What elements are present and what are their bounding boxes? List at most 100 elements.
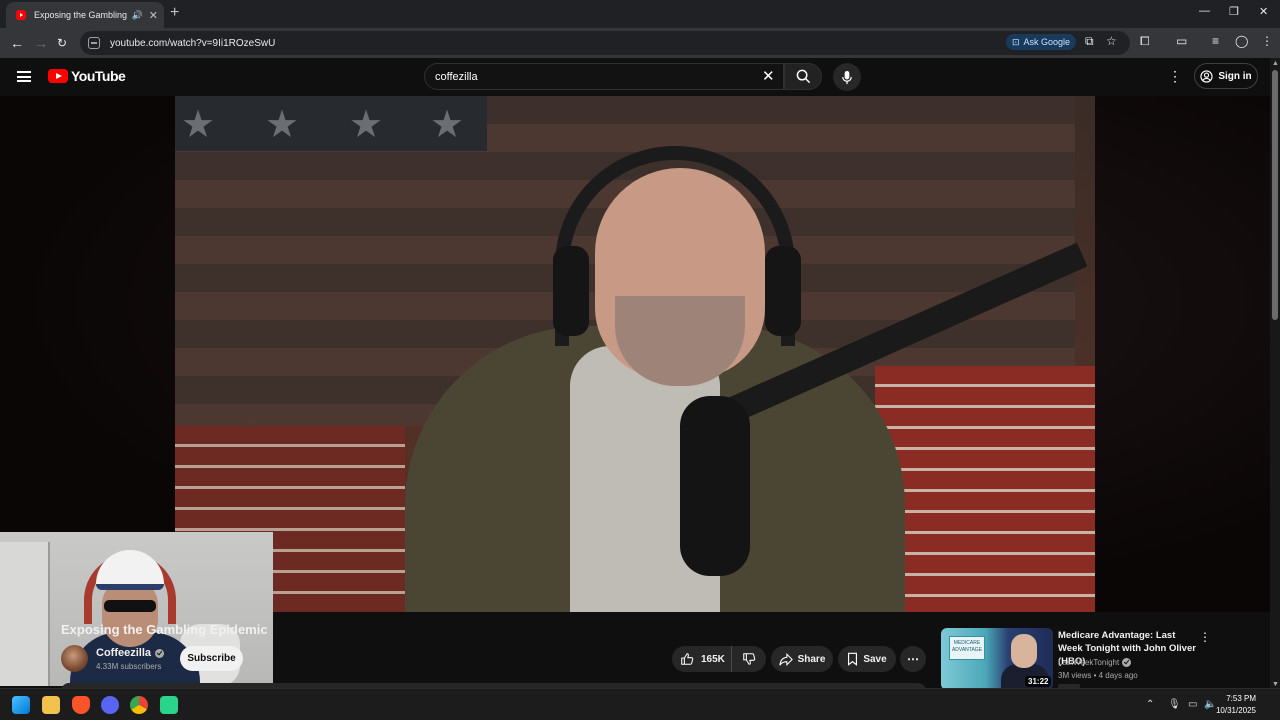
video-frame: ★ ★ ★ ★ <box>175 96 1095 612</box>
search-value: coffezilla <box>435 70 478 83</box>
clock-time: 7:53 PM <box>1226 694 1256 703</box>
thumbs-up-icon <box>681 653 694 665</box>
brave-browser-icon[interactable] <box>72 696 90 714</box>
share-arrow-icon <box>778 652 793 666</box>
verified-badge-icon <box>1122 658 1132 667</box>
windows-taskbar: ⌃ 🎙 ▭ 🔈 7:53 PM 10/31/2025 <box>0 688 1280 720</box>
url-text: youtube.com/watch?v=9Ii1ROzeSwU <box>110 37 276 49</box>
channel-name[interactable]: Coffeezilla <box>96 647 165 659</box>
save-button[interactable]: Save <box>838 646 896 672</box>
save-label: Save <box>863 653 887 665</box>
recommended-channel[interactable]: LastWeekTonight <box>1058 658 1132 667</box>
ask-google-label: Ask Google <box>1023 37 1071 47</box>
close-window-button[interactable]: ✕ <box>1259 5 1268 18</box>
address-bar[interactable]: youtube.com/watch?v=9Ii1ROzeSwU <box>80 31 1130 55</box>
side-panel-icon[interactable]: ▭ <box>1176 34 1187 48</box>
scroll-up-arrow-icon[interactable]: ▲ <box>1272 60 1279 67</box>
scroll-down-arrow-icon[interactable]: ▼ <box>1272 681 1279 688</box>
subscriber-count: 4.33M subscribers <box>96 662 162 671</box>
lens-icon: ⊡ <box>1011 36 1020 47</box>
clock-date: 10/31/2025 <box>1215 706 1256 715</box>
hamburger-menu-icon[interactable] <box>17 71 31 82</box>
bookmark-icon <box>848 652 858 666</box>
tray-volume-icon[interactable]: 🔈 <box>1204 699 1216 710</box>
search-button[interactable] <box>784 63 822 90</box>
more-actions-button[interactable]: ⋯ <box>900 646 926 672</box>
minimize-button[interactable]: — <box>1199 5 1210 17</box>
youtube-play-icon <box>48 69 68 83</box>
settings-menu-icon[interactable]: ⋮ <box>1168 68 1182 85</box>
chrome-icon[interactable] <box>130 696 148 714</box>
restore-button[interactable]: ❐ <box>1229 5 1239 18</box>
windows-start-icon[interactable] <box>12 696 30 714</box>
system-clock[interactable]: 7:53 PM 10/31/2025 <box>1216 693 1256 717</box>
clear-search-icon[interactable]: ✕ <box>762 67 775 85</box>
headphone-right-cup <box>765 246 801 336</box>
app-icon[interactable] <box>160 696 178 714</box>
subscribe-button[interactable]: Subscribe <box>180 646 243 671</box>
forward-button[interactable]: → <box>34 34 48 52</box>
youtube-logo[interactable]: YouTube <box>48 68 126 84</box>
webcam-door <box>0 542 50 686</box>
video-player[interactable]: ★ ★ ★ ★ <box>0 96 1270 686</box>
youtube-favicon-icon <box>16 10 26 20</box>
thumbs-down-icon <box>743 653 756 665</box>
brick-wall-right <box>875 366 1095 612</box>
sign-in-button[interactable]: Sign in <box>1194 63 1258 89</box>
extensions-icon[interactable]: ⧠ <box>1140 34 1150 49</box>
browser-tab-bar: Exposing the Gambling Epidemic 🔊 ✕ + — ❐… <box>0 0 1280 28</box>
thumbnail-host-face <box>1011 634 1037 668</box>
bookmark-star-icon[interactable]: ☆ <box>1106 34 1117 48</box>
recommended-menu-icon[interactable]: ⋮ <box>1199 630 1211 644</box>
flag-canton: ★ ★ ★ ★ <box>175 96 487 151</box>
video-title: Exposing the Gambling Epidemic <box>61 622 268 637</box>
channel-avatar[interactable] <box>61 645 88 672</box>
ask-google-button[interactable]: ⊡ Ask Google <box>1006 34 1076 50</box>
verified-badge-icon <box>155 648 165 658</box>
scrollbar-thumb[interactable] <box>1272 70 1278 320</box>
youtube-header: YouTube coffezilla ✕ ⋮ Sign in <box>0 58 1280 96</box>
profile-icon[interactable]: ◯ <box>1235 34 1248 48</box>
recommended-thumbnail[interactable]: MEDICARE ADVANTAGE 31:22 <box>941 628 1053 690</box>
share-label: Share <box>797 653 826 665</box>
sign-in-label: Sign in <box>1218 70 1252 82</box>
webcam-person-hat <box>96 550 164 590</box>
speaker-icon[interactable]: 🔊 <box>132 10 143 21</box>
back-button[interactable]: ← <box>10 34 24 52</box>
more-horizontal-icon: ⋯ <box>907 652 919 666</box>
recommended-channel-name: LastWeekTonight <box>1058 658 1120 667</box>
file-explorer-icon[interactable] <box>42 696 60 714</box>
channel-name-text: Coffeezilla <box>96 647 152 659</box>
browser-menu-icon[interactable]: ⋮ <box>1261 34 1273 48</box>
discord-icon[interactable] <box>101 696 119 714</box>
tray-microphone-icon[interactable]: 🎙 <box>1168 699 1181 710</box>
like-count: 165K <box>701 653 725 665</box>
search-input[interactable]: coffezilla <box>424 63 784 90</box>
youtube-wordmark: YouTube <box>71 68 126 84</box>
share-button[interactable]: Share <box>771 646 833 672</box>
recommended-meta: 3M views • 4 days ago <box>1058 671 1138 680</box>
account-icon <box>1200 69 1213 83</box>
tray-network-icon[interactable]: ▭ <box>1188 699 1197 710</box>
recommended-video[interactable]: MEDICARE ADVANTAGE 31:22 Medicare Advant… <box>941 628 1211 692</box>
tray-overflow-icon[interactable]: ⌃ <box>1146 699 1154 710</box>
close-tab-icon[interactable]: ✕ <box>149 9 158 22</box>
site-info-icon[interactable] <box>88 37 100 49</box>
search-icon <box>796 69 810 84</box>
reload-button[interactable]: ↻ <box>57 34 67 52</box>
microphone-icon <box>842 70 852 84</box>
dislike-button[interactable] <box>732 646 766 672</box>
install-app-icon[interactable]: ⧉ <box>1085 34 1094 49</box>
like-dislike-group: 165K <box>672 646 766 672</box>
video-duration: 31:22 <box>1025 676 1052 687</box>
webcam-sunglasses <box>104 600 156 612</box>
podcast-microphone <box>680 396 750 576</box>
tab-title: Exposing the Gambling Epidemic <box>34 10 128 20</box>
page-scrollbar[interactable]: ▲ ▼ <box>1270 58 1280 688</box>
like-button[interactable]: 165K <box>672 646 732 672</box>
thumbnail-graphic: MEDICARE ADVANTAGE <box>949 636 985 660</box>
voice-search-button[interactable] <box>833 63 861 91</box>
browser-tab[interactable]: Exposing the Gambling Epidemic 🔊 ✕ <box>6 2 164 28</box>
new-tab-button[interactable]: + <box>170 4 179 22</box>
media-controls-icon[interactable]: ≡ <box>1212 34 1219 48</box>
